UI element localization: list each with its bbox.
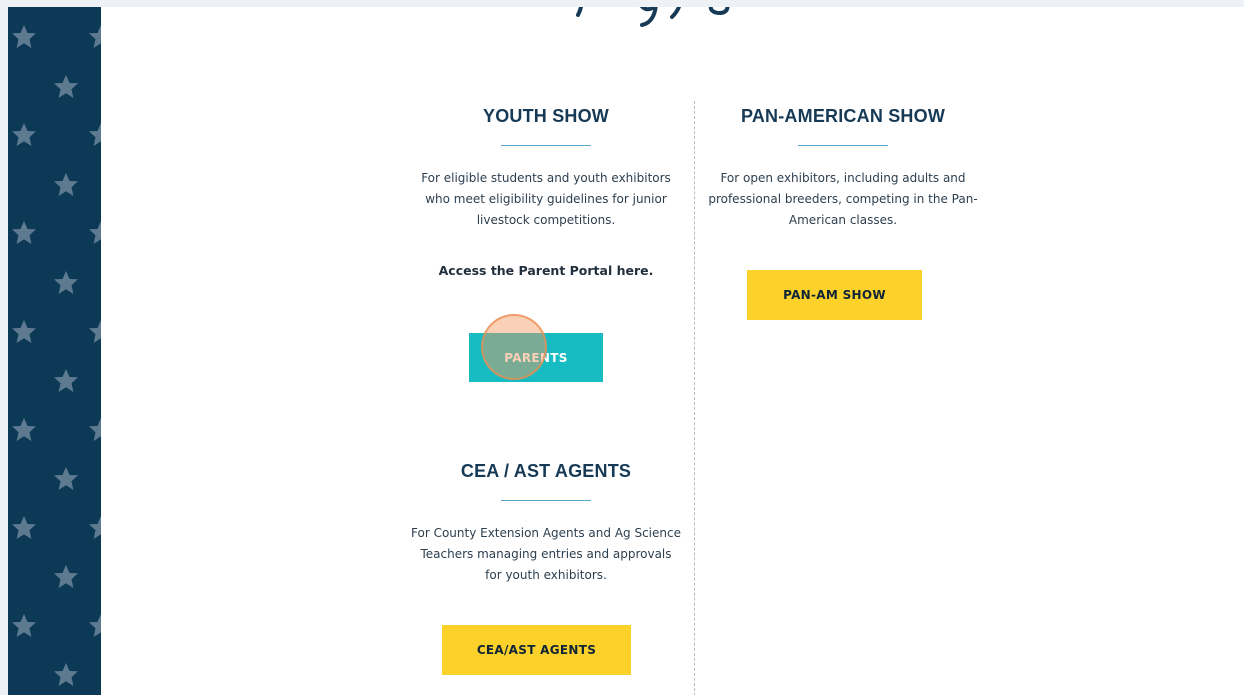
star-icon [12, 25, 101, 686]
parent-portal-text: Access the Parent Portal here. [438, 263, 654, 278]
youth-show-title: YOUTH SHOW [483, 106, 609, 126]
cea-ast-agents-rule [501, 500, 591, 501]
pan-american-show-section: PAN-AMERICAN SHOW For open exhibitors, i… [708, 106, 978, 231]
pan-american-show-rule [798, 145, 888, 146]
star-pattern-band [8, 7, 101, 695]
parents-button[interactable]: PARENTS [469, 333, 603, 382]
pan-am-show-button[interactable]: PAN-AM SHOW [747, 270, 922, 320]
cea-ast-agents-button[interactable]: CEA/AST AGENTS [442, 625, 631, 675]
youth-show-section: YOUTH SHOW For eligible students and you… [411, 106, 681, 278]
cea-ast-agents-description: For County Extension Agents and Ag Scien… [411, 526, 681, 582]
youth-show-description: For eligible students and youth exhibito… [421, 171, 671, 227]
pan-american-show-description: For open exhibitors, including adults an… [708, 171, 978, 227]
cea-ast-agents-title: CEA / AST AGENTS [460, 461, 632, 481]
youth-show-rule [501, 145, 591, 146]
star-pattern [12, 25, 101, 686]
script-heading-fragment [576, 7, 730, 27]
page-frame: YOUTH SHOW For eligible students and you… [8, 7, 1244, 695]
cea-ast-agents-section: CEA / AST AGENTS For County Extension Ag… [411, 461, 681, 586]
column-divider [694, 101, 695, 695]
pan-american-show-title: PAN-AMERICAN SHOW [740, 106, 946, 126]
